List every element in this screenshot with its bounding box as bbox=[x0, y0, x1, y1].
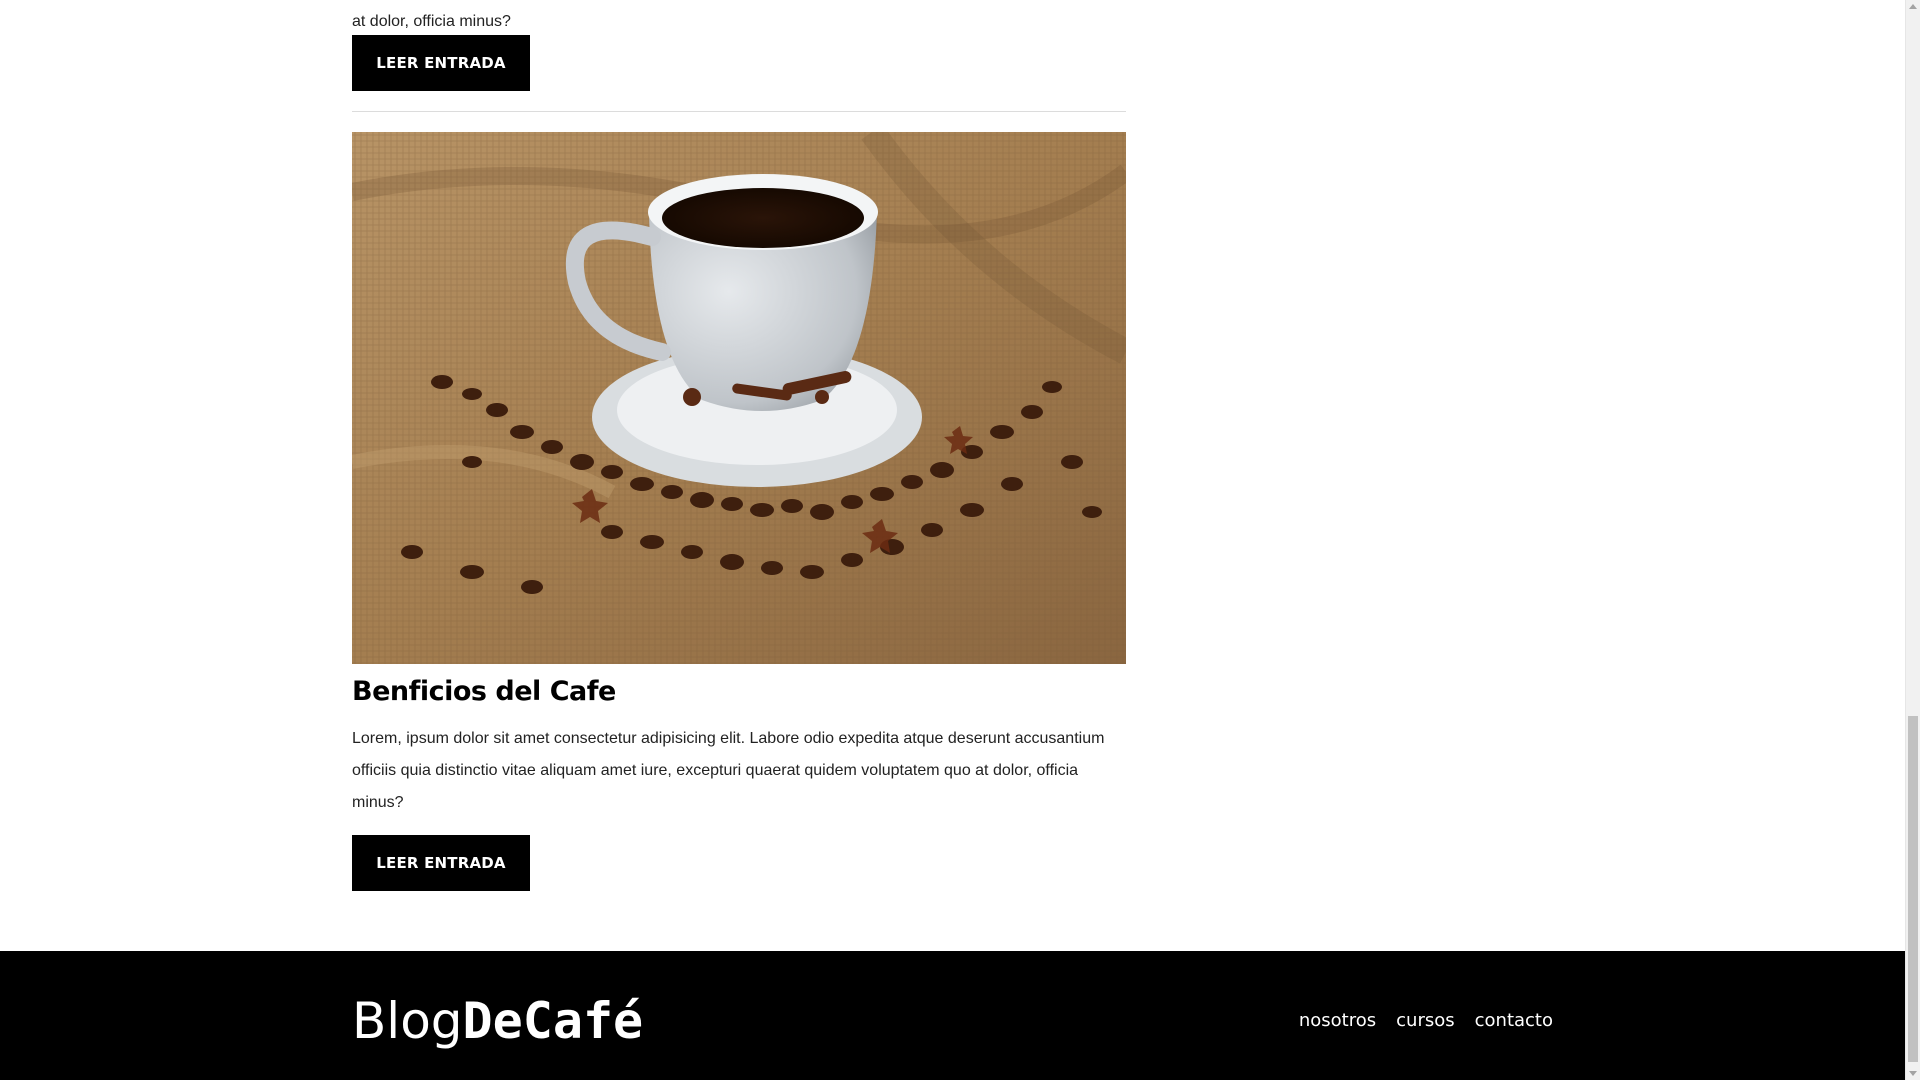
scroll-up-arrow-icon[interactable] bbox=[1909, 4, 1917, 9]
footer-link-cursos[interactable]: cursos bbox=[1396, 1007, 1454, 1035]
footer-link-contacto[interactable]: contacto bbox=[1475, 1007, 1553, 1035]
vertical-scrollbar[interactable] bbox=[1905, 0, 1920, 1080]
read-entry-button[interactable]: LEER ENTRADA bbox=[352, 835, 530, 891]
site-logo[interactable]: BlogDeCafé bbox=[352, 991, 643, 1051]
footer-navigation: nosotros cursos contacto bbox=[1299, 1007, 1553, 1035]
page-viewport: at dolor, officia minus? LEER ENTRADA Be… bbox=[0, 0, 1905, 1080]
logo-light-text: Blog bbox=[352, 992, 463, 1050]
scroll-down-arrow-icon[interactable] bbox=[1909, 1071, 1917, 1076]
entry-title[interactable]: Benficios del Cafe bbox=[352, 670, 616, 714]
entry-excerpt-tail: at dolor, officia minus? bbox=[352, 13, 511, 30]
coffee-cup-image bbox=[352, 132, 1126, 664]
footer-link-nosotros[interactable]: nosotros bbox=[1299, 1007, 1376, 1035]
scrollbar-thumb[interactable] bbox=[1908, 716, 1918, 1062]
entry-divider bbox=[352, 111, 1126, 112]
site-footer: BlogDeCafé nosotros cursos contacto bbox=[0, 951, 1905, 1080]
entry-excerpt: Lorem, ipsum dolor sit amet consectetur … bbox=[352, 730, 1105, 811]
read-entry-button[interactable]: LEER ENTRADA bbox=[352, 35, 530, 91]
logo-bold-text: DeCafé bbox=[462, 992, 644, 1050]
